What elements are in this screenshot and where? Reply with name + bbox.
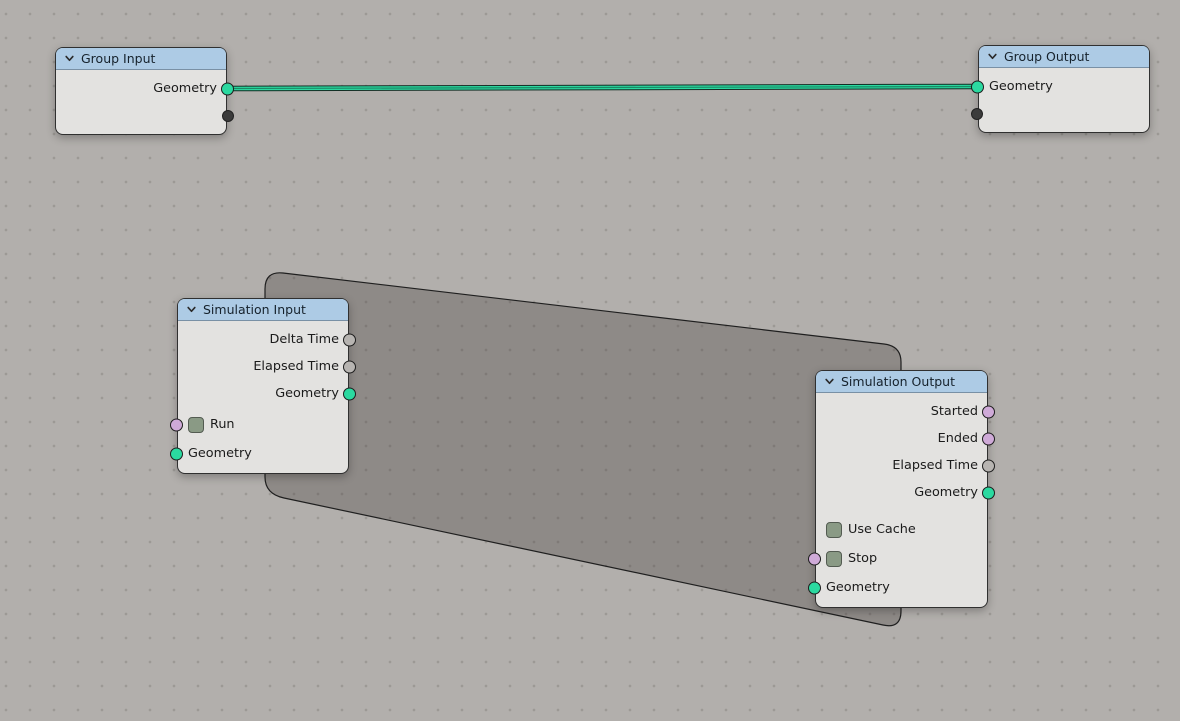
simulation-input-node[interactable]: Simulation Input Delta Time Elapsed Time…: [170, 298, 356, 474]
node-row: [56, 102, 234, 129]
node-header[interactable]: Simulation Input: [178, 299, 348, 321]
socket-label: Geometry: [826, 580, 890, 595]
geometry-output-socket[interactable]: [221, 82, 234, 95]
node-header[interactable]: Group Input: [56, 48, 226, 70]
node-row: Stop: [808, 544, 987, 573]
geometry-output-socket[interactable]: [343, 387, 356, 400]
node-editor-canvas[interactable]: { "colors": { "background": "#b2afac", "…: [0, 0, 1180, 721]
node-row: Elapsed Time: [816, 452, 995, 479]
stop-checkbox[interactable]: [826, 550, 842, 567]
simulation-output-node[interactable]: Simulation Output Started Ended Elapsed …: [808, 370, 995, 608]
socket-label: Geometry: [989, 79, 1053, 94]
chevron-down-icon[interactable]: [186, 304, 197, 315]
socket-label: Geometry: [153, 81, 217, 96]
socket-label: Geometry: [188, 446, 252, 461]
node-header[interactable]: Group Output: [979, 46, 1149, 68]
chevron-down-icon[interactable]: [987, 51, 998, 62]
delta-time-output-socket[interactable]: [343, 333, 356, 346]
node-title: Group Input: [81, 51, 156, 66]
geometry-input-socket[interactable]: [170, 447, 183, 460]
node-title: Simulation Output: [841, 374, 955, 389]
node-row: Geometry: [816, 479, 995, 506]
geometry-input-socket[interactable]: [808, 581, 821, 594]
socket-label: Delta Time: [269, 332, 339, 347]
socket-label: Run: [210, 417, 235, 432]
socket-label: Use Cache: [848, 522, 916, 537]
stop-input-socket[interactable]: [808, 552, 821, 565]
elapsed-time-output-socket[interactable]: [343, 360, 356, 373]
chevron-down-icon[interactable]: [64, 53, 75, 64]
socket-label: Geometry: [914, 485, 978, 500]
socket-label: Stop: [848, 551, 878, 566]
group-input-node[interactable]: Group Input Geometry: [55, 47, 234, 135]
socket-label: Elapsed Time: [892, 458, 978, 473]
node-row: Use Cache: [816, 515, 987, 544]
node-row: Geometry: [178, 380, 356, 407]
node-row: Geometry: [808, 573, 987, 602]
run-checkbox[interactable]: [188, 416, 204, 433]
geometry-output-socket[interactable]: [982, 486, 995, 499]
node-link[interactable]: [226, 83, 979, 92]
node-row: Started: [816, 398, 995, 425]
node-title: Simulation Input: [203, 302, 306, 317]
node-row: Geometry: [971, 73, 1149, 100]
group-output-node[interactable]: Group Output Geometry: [971, 45, 1150, 133]
geometry-input-socket[interactable]: [971, 80, 984, 93]
node-row: Ended: [816, 425, 995, 452]
node-row: [971, 100, 1149, 127]
use-cache-checkbox[interactable]: [826, 521, 842, 538]
simulation-zone: [264, 272, 902, 627]
node-row: Geometry: [56, 75, 234, 102]
node-title: Group Output: [1004, 49, 1090, 64]
socket-label: Geometry: [275, 386, 339, 401]
socket-label: Started: [930, 404, 978, 419]
node-row: Delta Time: [178, 326, 356, 353]
chevron-down-icon[interactable]: [824, 376, 835, 387]
ended-output-socket[interactable]: [982, 432, 995, 445]
socket-label: Elapsed Time: [253, 359, 339, 374]
node-row: Geometry: [170, 439, 348, 468]
started-output-socket[interactable]: [982, 405, 995, 418]
node-header[interactable]: Simulation Output: [816, 371, 987, 393]
node-row: Run: [170, 410, 348, 439]
run-input-socket[interactable]: [170, 418, 183, 431]
node-row: Elapsed Time: [178, 353, 356, 380]
virtual-output-socket[interactable]: [222, 109, 234, 122]
socket-label: Ended: [937, 431, 978, 446]
elapsed-time-output-socket[interactable]: [982, 459, 995, 472]
virtual-input-socket[interactable]: [971, 107, 983, 120]
